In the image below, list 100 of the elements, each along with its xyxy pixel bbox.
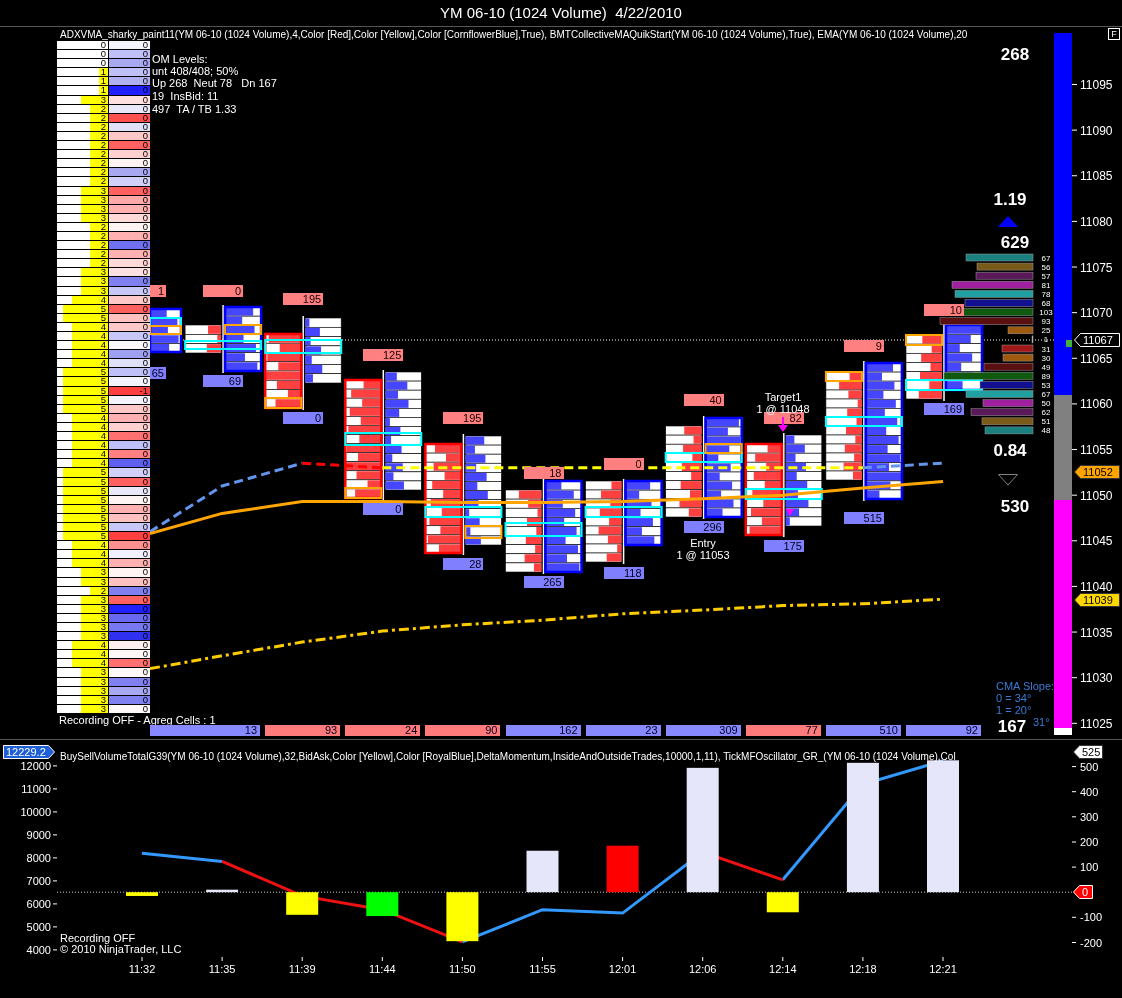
volume-cell: 4 (57, 459, 108, 468)
axis-label: 12000 (20, 759, 51, 772)
delta-cell: 0 (108, 632, 150, 641)
delta-cell: -1 (108, 386, 150, 395)
delta-cell: 0 (108, 586, 150, 595)
axis-label: 11045 (1080, 534, 1113, 549)
volume-cell: 4 (57, 295, 108, 304)
volume-cell: 4 (57, 641, 108, 650)
up-triangle-icon (998, 216, 1018, 227)
indicator-label: BuySellVolumeTotalG39(YM 06-10 (1024 Volume),32,BidAsk,Color [Yellow],Color [RoyalBlue],DeltaMomentum,InsideAndOutsideTrades,10000,1,11), TickMFOscillator_GR_(YM 06-10 (1024 Volume),Col (60, 751, 956, 763)
delta-cell: 0 (108, 286, 150, 295)
volume-cell: 3 (57, 668, 108, 677)
bar-top-value: 0 (203, 285, 244, 297)
profile-value: 51 (1041, 417, 1051, 427)
up-total: 268 (1000, 46, 1030, 64)
order-detail: 1 @ 11053 (676, 549, 730, 561)
delta-cell: 0 (108, 159, 150, 168)
volume-cell: 3 (57, 195, 108, 204)
volume-cell: 3 (57, 568, 108, 577)
delta-cell: 0 (108, 241, 150, 250)
axis-label: 11050 (1080, 488, 1113, 503)
volume-cell: 1 (57, 77, 108, 86)
delta-bar (446, 892, 479, 942)
volume-cell: 5 (57, 468, 108, 477)
volume-cell: 2 (57, 122, 108, 131)
volume-cell: 5 (57, 513, 108, 522)
bar-bottom-value: 118 (603, 567, 644, 579)
axis-label: 4000 (26, 943, 51, 956)
bar-top-value: 195 (283, 293, 324, 305)
time-label: 11:44 (368, 963, 396, 975)
axis-label: 11040 (1080, 579, 1113, 594)
volume-cell: 2 (57, 222, 108, 231)
volume-cell: 3 (57, 686, 108, 695)
volume-cell: 0 (57, 59, 108, 68)
volume-cell: 5 (57, 313, 108, 322)
dom-info-text: 497 TA / TB 1.33 (152, 103, 237, 115)
delta-cell: 0 (108, 668, 150, 677)
delta-value: 92 (906, 725, 981, 736)
delta-cell: 0 (108, 641, 150, 650)
axis-label: 11070 (1080, 306, 1113, 321)
bar-bottom-value: 265 (523, 576, 564, 588)
profile-value: 78 (1041, 289, 1051, 299)
axis-label: 300 (1080, 810, 1099, 823)
delta-value: 13 (150, 725, 261, 736)
volume-cell: 2 (57, 250, 108, 259)
axis-label: 11085 (1080, 169, 1113, 184)
profile-bar (976, 262, 1034, 271)
price-tag: 11052 (1074, 465, 1120, 479)
delta-cell: 0 (108, 413, 150, 422)
bar-bottom-value: 296 (683, 521, 724, 533)
delta-cell: 0 (108, 41, 150, 50)
volume-cell: 2 (57, 150, 108, 159)
delta-cell: 0 (108, 559, 150, 568)
delta-cell: 0 (108, 177, 150, 186)
profile-value: 30 (1041, 353, 1051, 363)
delta-cell: 0 (108, 504, 150, 513)
marker-frame (150, 325, 182, 335)
profile-value: 49 (1041, 362, 1051, 372)
axis-label: 11035 (1080, 625, 1113, 640)
delta-cell: 0 (108, 104, 150, 113)
volume-cell: 3 (57, 632, 108, 641)
volume-cell: 5 (57, 395, 108, 404)
price-tag: 525 (1073, 745, 1103, 759)
delta-cell: 0 (108, 422, 150, 432)
profile-value: 81 (1041, 280, 1051, 290)
delta-cell: 0 (108, 377, 150, 386)
bar-top-value: 1 (150, 285, 166, 297)
delta-cell: 0 (108, 495, 150, 504)
buy-count: 629 (1000, 234, 1030, 252)
down-triangle-icon (998, 474, 1018, 486)
delta-cell: 0 (108, 50, 150, 59)
delta-cell: 0 (108, 650, 150, 659)
volume-cell: 4 (57, 441, 108, 450)
volume-cell: 0 (57, 50, 108, 59)
delta-cell: 0 (108, 322, 150, 331)
delta-value: 23 (585, 725, 661, 736)
marker-frame (264, 397, 303, 409)
bar-bottom-value: 169 (924, 403, 964, 415)
volume-cell: 1 (57, 86, 108, 95)
delta-cell: 0 (108, 222, 150, 231)
panel-button[interactable]: F (1108, 28, 1120, 40)
price-tag: 0 (1073, 885, 1093, 900)
delta-cell: 0 (108, 613, 150, 622)
delta-cell: 0 (108, 186, 150, 195)
bar-top-value: 9 (843, 340, 884, 352)
profile-value: 68 (1041, 299, 1051, 308)
profile-value: 48 (1041, 426, 1051, 436)
volume-cell: 4 (57, 332, 108, 341)
bar-bottom-value: 65 (150, 367, 166, 379)
profile-value: 50 (1041, 399, 1051, 409)
delta-cell: 0 (108, 313, 150, 322)
volume-cell: 4 (57, 359, 108, 368)
delta-cell: 0 (108, 577, 150, 586)
bar-bottom-value: 69 (203, 375, 244, 387)
delta-cell: 0 (108, 150, 150, 159)
delta-cell: 0 (108, 77, 150, 86)
marker-frame (824, 371, 863, 382)
axis-label: -100 (1080, 911, 1103, 924)
volume-cell: 3 (57, 268, 108, 277)
delta-bar (366, 892, 399, 917)
